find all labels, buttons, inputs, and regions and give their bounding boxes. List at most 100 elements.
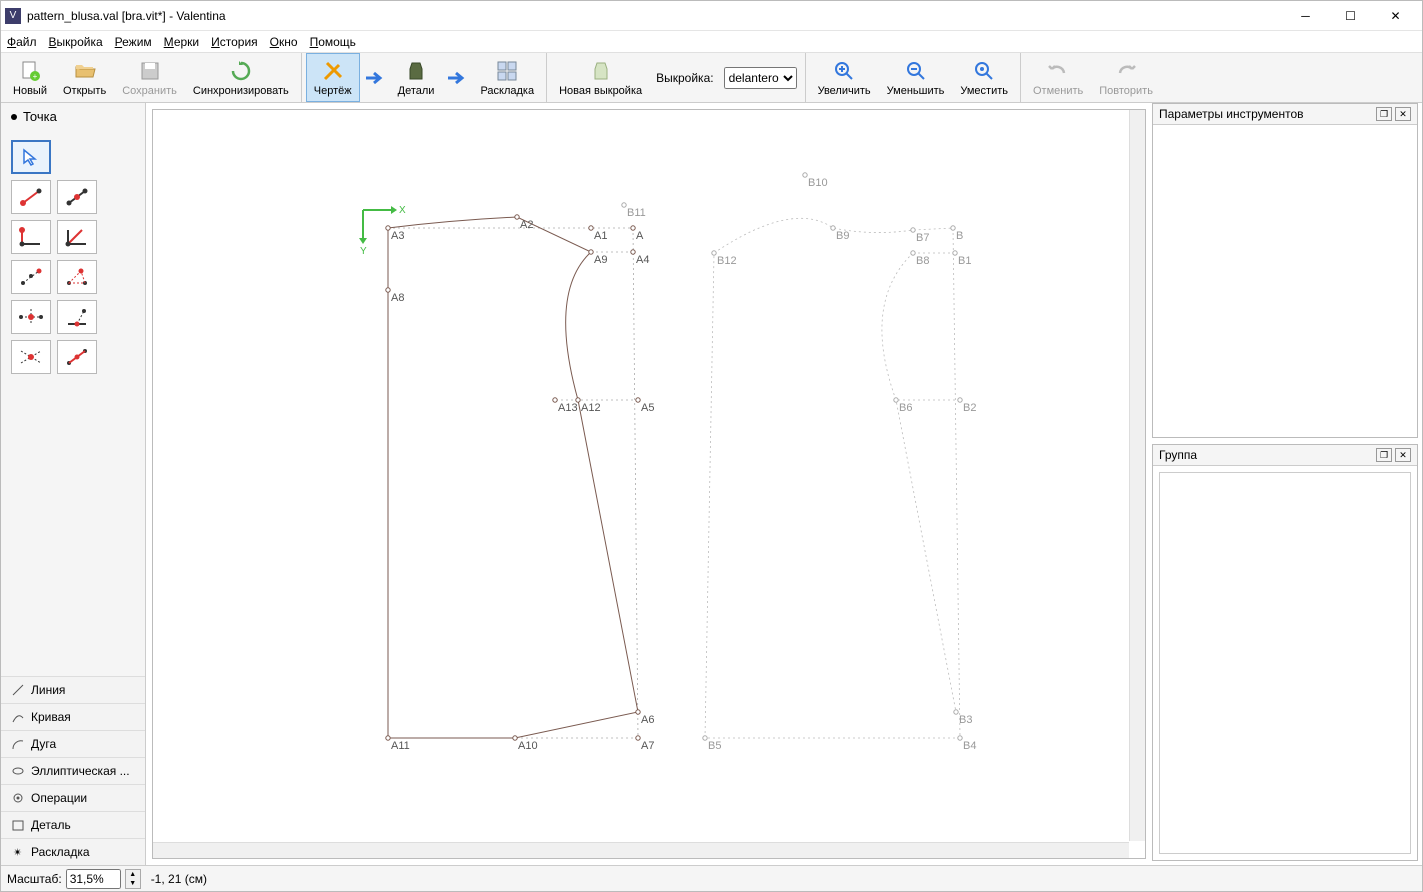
svg-text:A6: A6	[641, 714, 654, 726]
svg-text:+: +	[33, 72, 38, 81]
tool-shoulder[interactable]	[11, 260, 51, 294]
tool-category-point[interactable]: Точка	[1, 103, 145, 130]
layout-small-icon: ✴	[11, 845, 25, 859]
drawing-canvas[interactable]: XYA3A2A1AA9A4A8A13A12A5A6A11A10A7B10B11B…	[152, 109, 1146, 859]
svg-text:A2: A2	[520, 219, 533, 231]
menu-help[interactable]: Помощь	[310, 35, 356, 49]
svg-text:A3: A3	[391, 230, 404, 242]
line-icon	[11, 683, 25, 697]
svg-text:B12: B12	[717, 255, 737, 267]
layout-mode-button[interactable]: Раскладка	[472, 53, 542, 102]
new-file-icon: +	[18, 59, 42, 83]
menubar: Файл Выкройка Режим Мерки История Окно П…	[1, 31, 1422, 53]
dock-close-button[interactable]: ✕	[1395, 107, 1411, 121]
svg-text:B6: B6	[899, 402, 912, 414]
svg-text:B11: B11	[627, 207, 646, 219]
svg-text:X: X	[399, 205, 406, 216]
cat-ellipse[interactable]: Эллиптическая ...	[1, 757, 145, 784]
detail-icon	[11, 818, 25, 832]
bullet-icon	[11, 114, 17, 120]
scale-input[interactable]	[66, 869, 121, 889]
tool-point-midpoint[interactable]	[57, 340, 97, 374]
vertical-scrollbar[interactable]	[1129, 110, 1145, 841]
tool-point-intersect[interactable]	[11, 300, 51, 334]
scale-spinner[interactable]: ▲▼	[125, 869, 141, 889]
cat-detail[interactable]: Деталь	[1, 811, 145, 838]
zoom-out-icon	[904, 59, 928, 83]
zoom-fit-icon	[972, 59, 996, 83]
tool-line-intersect[interactable]	[11, 340, 51, 374]
cat-line[interactable]: Линия	[1, 676, 145, 703]
save-icon	[138, 59, 162, 83]
menu-pattern[interactable]: Выкройка	[49, 35, 103, 49]
cat-operations[interactable]: Операции	[1, 784, 145, 811]
group-list[interactable]	[1159, 472, 1411, 854]
tool-bisector[interactable]	[57, 220, 97, 254]
tool-grid	[1, 130, 145, 384]
svg-text:A12: A12	[581, 402, 601, 414]
main-toolbar: + Новый Открыть Сохранить Синхронизирова…	[1, 53, 1422, 103]
menu-window[interactable]: Окно	[270, 35, 298, 49]
save-button[interactable]: Сохранить	[114, 53, 185, 102]
svg-text:B7: B7	[916, 232, 929, 244]
gear-icon	[11, 791, 25, 805]
zoom-in-button[interactable]: Увеличить	[810, 53, 879, 102]
svg-text:B4: B4	[963, 740, 976, 752]
menu-mode[interactable]: Режим	[115, 35, 152, 49]
new-button[interactable]: + Новый	[5, 53, 55, 102]
maximize-button[interactable]: ☐	[1328, 2, 1373, 30]
svg-text:B3: B3	[959, 714, 972, 726]
svg-text:A10: A10	[518, 740, 538, 752]
dock-float-button-2[interactable]: ❐	[1376, 448, 1392, 462]
pattern-select[interactable]: delantero	[724, 67, 797, 89]
pattern-drawing: XYA3A2A1AA9A4A8A13A12A5A6A11A10A7B10B11B…	[153, 110, 1093, 859]
pattern-piece-icon	[589, 59, 613, 83]
cat-curve[interactable]: Кривая	[1, 703, 145, 730]
menu-measurements[interactable]: Мерки	[164, 35, 199, 49]
canvas-container: XYA3A2A1AA9A4A8A13A12A5A6A11A10A7B10B11B…	[146, 103, 1152, 865]
dock-float-button[interactable]: ❐	[1376, 107, 1392, 121]
draw-mode-button[interactable]: Чертёж	[306, 53, 360, 102]
cat-layout[interactable]: ✴Раскладка	[1, 838, 145, 865]
tool-endpoint-line[interactable]	[11, 180, 51, 214]
svg-text:A11: A11	[391, 740, 410, 752]
sync-button[interactable]: Синхронизировать	[185, 53, 297, 102]
menu-file[interactable]: Файл	[7, 35, 37, 49]
group-dock: Группа ❐ ✕	[1152, 444, 1418, 861]
status-bar: Масштаб: ▲▼ -1, 21 (см)	[1, 865, 1422, 891]
tool-perpendicular[interactable]	[11, 220, 51, 254]
new-pattern-button[interactable]: Новая выкройка	[551, 53, 650, 102]
zoom-fit-button[interactable]: Уместить	[952, 53, 1016, 102]
tool-pointer[interactable]	[11, 140, 51, 174]
menu-history[interactable]: История	[211, 35, 258, 49]
titlebar: V pattern_blusa.val [bra.vit*] - Valenti…	[1, 1, 1422, 31]
minimize-button[interactable]: ─	[1283, 2, 1328, 30]
tool-point-along-line[interactable]	[57, 180, 97, 214]
open-button[interactable]: Открыть	[55, 53, 114, 102]
undo-button[interactable]: Отменить	[1025, 53, 1091, 102]
tool-panel: Точка Линия Кривая Дуга Эллиптическая ..…	[1, 103, 146, 865]
horizontal-scrollbar[interactable]	[153, 842, 1129, 858]
app-window: V pattern_blusa.val [bra.vit*] - Valenti…	[0, 0, 1423, 892]
svg-text:A: A	[636, 230, 644, 242]
tool-height[interactable]	[57, 300, 97, 334]
app-icon: V	[5, 8, 21, 24]
dock-close-button-2[interactable]: ✕	[1395, 448, 1411, 462]
svg-text:B: B	[956, 230, 963, 242]
svg-text:B2: B2	[963, 402, 976, 414]
svg-text:A9: A9	[594, 254, 607, 266]
zoom-out-button[interactable]: Уменьшить	[879, 53, 953, 102]
svg-text:B5: B5	[708, 740, 721, 752]
tool-triangle[interactable]	[57, 260, 97, 294]
close-button[interactable]: ✕	[1373, 2, 1418, 30]
svg-text:A7: A7	[641, 740, 654, 752]
group-title: Группа	[1159, 448, 1197, 462]
zoom-in-icon	[832, 59, 856, 83]
scale-label: Масштаб:	[7, 872, 62, 886]
content-area: Точка Линия Кривая Дуга Эллиптическая ..…	[1, 103, 1422, 865]
details-mode-button[interactable]: Детали	[390, 53, 443, 102]
svg-text:B9: B9	[836, 230, 849, 242]
redo-button[interactable]: Повторить	[1091, 53, 1161, 102]
svg-text:B1: B1	[958, 255, 971, 267]
cat-arc[interactable]: Дуга	[1, 730, 145, 757]
